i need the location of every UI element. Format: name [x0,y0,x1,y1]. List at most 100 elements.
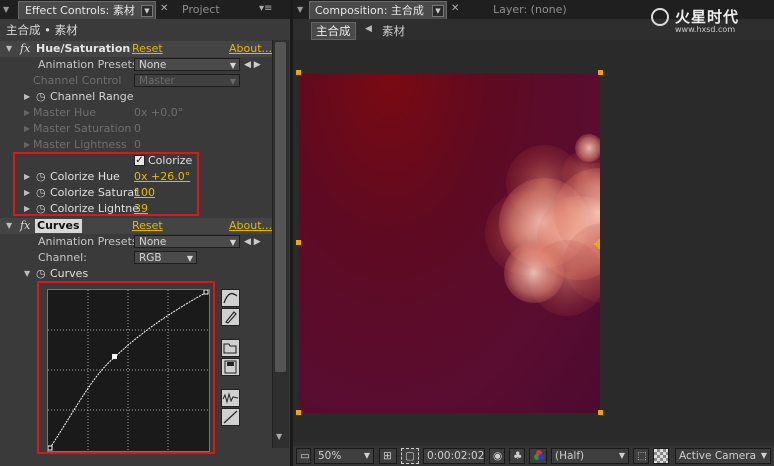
zoom-value: 50% [318,450,342,462]
master-lightness-label: Master Lightness [33,138,127,151]
watermark-title: 火星时代 [675,8,740,26]
fx-icon[interactable]: fx [20,218,30,234]
effect-name: Curves [35,219,82,233]
bokeh-render [485,134,600,316]
timecode-value: 0:00:02:02 [427,450,485,462]
tab-menu-icon[interactable]: ▼ [141,5,153,17]
transparency-grid-icon[interactable] [653,448,669,464]
animation-presets-dropdown[interactable]: None ▼ [134,235,240,248]
master-hue-value[interactable]: 0x +0.0° [134,105,183,121]
channel-range-label: Channel Range [50,90,134,103]
master-hue-row: ▶ Master Hue 0x +0.0° [0,105,272,121]
reset-link[interactable]: Reset [132,218,163,234]
show-snapshot-icon[interactable]: ♣ [509,448,525,464]
smooth-curve-icon[interactable] [221,289,240,307]
curves-label: Curves [50,267,89,280]
pencil-icon[interactable] [221,308,240,326]
effect-controls-panel: ▼ Effect Controls: 素材 ▼ ✕ Project ▾≡ 主合成… [0,0,290,466]
animation-presets-dropdown[interactable]: None ▼ [134,58,240,71]
curves-channel-row: Channel: RGB ▼ [0,250,272,266]
channel-dropdown[interactable]: RGB ▼ [134,251,197,264]
selection-handle[interactable] [296,240,301,245]
watermark-logo: 火星时代 www.hxsd.com [651,6,771,36]
selection-handle[interactable] [598,410,603,415]
resolution-dropdown[interactable]: (Half) ▼ [551,448,629,464]
expand-triangle-icon[interactable]: ▼ [6,41,12,57]
save-icon[interactable] [221,358,240,376]
tab-composition[interactable]: Composition: 主合成 ▼ [309,1,447,19]
layer-crumb[interactable]: 素材 [382,23,405,39]
curves-property-row: ▼ ◷ Curves [0,266,272,282]
tab-menu-icon[interactable]: ▼ [432,5,444,17]
channel-control-dropdown[interactable]: Master ▼ [134,74,240,87]
scroll-down-icon[interactable]: ▼ [276,432,282,441]
master-lightness-value[interactable]: 0 [134,137,141,153]
expand-triangle-icon[interactable]: ▼ [24,266,30,282]
close-tab-icon[interactable]: ✕ [160,3,168,14]
comp-crumb[interactable]: 主合成 [311,22,356,40]
animation-presets-row: Animation Presets: None ▼ ◀ ▶ [0,57,272,73]
master-hue-label: Master Hue [33,106,97,119]
always-preview-icon[interactable]: ▭ [296,448,311,464]
chevron-down-icon: ▼ [186,254,193,263]
panel-menu-icon[interactable]: ▾≡ [259,3,272,14]
selection-handle[interactable] [598,70,603,75]
logo-ring-icon [651,8,669,26]
smooth-icon[interactable] [221,389,240,407]
expand-triangle-icon[interactable]: ▶ [24,105,30,121]
composition-viewer[interactable] [293,40,774,442]
animation-presets-value: None [139,236,167,248]
tab-project[interactable]: Project [178,1,262,18]
prev-next-preset-icon[interactable]: ◀ ▶ [244,234,261,250]
chevron-down-icon: ▼ [229,61,236,70]
reset-line-icon[interactable] [221,408,240,426]
tab-layer-label: Layer: (none) [493,3,567,16]
master-saturation-row: ▶ Master Saturation 0 [0,121,272,137]
breadcrumb: 主合成 • 素材 [6,23,78,37]
about-link[interactable]: About... [229,41,272,57]
stopwatch-icon[interactable]: ◷ [36,266,46,282]
master-saturation-label: Master Saturation [33,122,132,135]
reset-link[interactable]: Reset [132,41,163,57]
tab-effect-controls[interactable]: Effect Controls: 素材 ▼ [18,1,156,19]
timecode-display[interactable]: 0:00:02:02 [423,448,485,464]
channel-range-row: ▶ ◷ Channel Range [0,89,272,105]
crumb-arrow-icon: ◀ [365,24,372,34]
about-link[interactable]: About... [229,218,272,234]
channel-control-label: Channel Control [33,74,122,87]
camera-value: Active Camera [679,450,757,462]
panel-grip-icon[interactable]: ▼ [3,5,9,14]
camera-dropdown[interactable]: Active Camera ▼ [675,448,771,464]
vertical-scrollbar[interactable]: ▼ [272,40,289,448]
selection-handle[interactable] [296,410,301,415]
region-of-interest-icon[interactable]: ⬚ [633,448,649,464]
expand-triangle-icon[interactable]: ▼ [6,218,12,234]
toggle-mask-icon[interactable]: ▢ [401,448,419,464]
composition-bottom-toolbar: ▭ 50% ▼ ⊞ ▢ 0:00:02:02 ◉ ♣ (Half) ▼ ⬚ Ac… [293,446,774,466]
composition-panel: ▼ Composition: 主合成 ▼ ✕ Layer: (none) 火星时… [293,0,774,466]
expand-triangle-icon[interactable]: ▶ [24,137,30,153]
panel-grip-icon[interactable]: ▼ [297,5,303,14]
rgb-channels-icon[interactable] [529,448,547,464]
scrollbar-thumb[interactable] [275,42,286,372]
expand-triangle-icon[interactable]: ▶ [24,89,30,105]
effect-header-hue-saturation[interactable]: ▼ fx Hue/Saturation Reset About... [0,41,272,57]
zoom-dropdown[interactable]: 50% ▼ [314,448,374,464]
open-folder-icon[interactable] [221,339,240,357]
close-tab-icon[interactable]: ✕ [451,3,459,14]
channel-control-value: Master [139,75,175,87]
tab-layer[interactable]: Layer: (none) [493,1,583,18]
stopwatch-icon[interactable]: ◷ [36,89,46,105]
effect-header-curves[interactable]: ▼ fx Curves Reset About... [0,218,272,234]
selection-handle[interactable] [296,70,301,75]
composition-canvas[interactable] [299,73,600,413]
expand-triangle-icon[interactable]: ▶ [24,121,30,137]
channel-label: Channel: [38,251,87,264]
prev-next-preset-icon[interactable]: ◀ ▶ [244,57,261,73]
master-saturation-value[interactable]: 0 [134,121,141,137]
tab-composition-label: Composition: 主合成 [315,4,424,17]
fx-icon[interactable]: fx [20,41,30,57]
curves-animation-presets-row: Animation Presets: None ▼ ◀ ▶ [0,234,272,250]
safe-zones-icon[interactable]: ⊞ [379,448,397,464]
camera-icon[interactable]: ◉ [489,448,505,464]
